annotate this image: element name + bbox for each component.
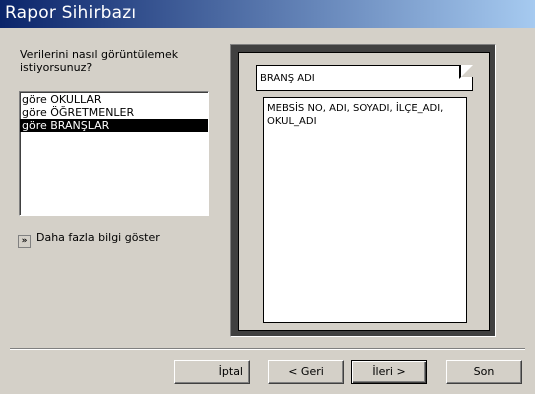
back-button[interactable]: < Geri [268, 360, 344, 384]
layout-preview: BRANŞ ADI MEBSİS NO, ADI, SOYADI, İLÇE_A… [230, 44, 496, 337]
view-options-list[interactable]: göre OKULLAR göre ÖĞRETMENLER göre BRANŞ… [19, 91, 209, 216]
more-info-link[interactable]: » Daha fazla bilgi göster [18, 231, 160, 248]
next-button[interactable]: İleri > [351, 360, 427, 384]
detail-fields-text: MEBSİS NO, ADI, SOYADI, İLÇE_ADI, OKUL_A… [267, 103, 444, 127]
preview-page: BRANŞ ADI MEBSİS NO, ADI, SOYADI, İLÇE_A… [238, 52, 490, 331]
list-item-okullar[interactable]: göre OKULLAR [20, 93, 208, 106]
list-item-ogretmenler[interactable]: göre ÖĞRETMENLER [20, 106, 208, 119]
separator-line [10, 348, 525, 350]
list-item-branslar[interactable]: göre BRANŞLAR [20, 119, 208, 132]
page-fold-corner [459, 65, 473, 79]
more-info-label[interactable]: Daha fazla bilgi göster [36, 231, 160, 244]
finish-button[interactable]: Son [446, 360, 522, 384]
detail-fields-box: MEBSİS NO, ADI, SOYADI, İLÇE_ADI, OKUL_A… [263, 97, 467, 323]
title-bar: Rapor Sihirbazı [0, 0, 535, 28]
group-header-box: BRANŞ ADI [256, 65, 473, 91]
cancel-button[interactable]: İptal [174, 360, 250, 384]
window-title: Rapor Sihirbazı [5, 3, 137, 23]
group-header-text: BRANŞ ADI [260, 73, 315, 84]
expand-arrows-icon[interactable]: » [18, 235, 31, 248]
prompt-label: Verilerini nasıl görüntülemek istiyorsun… [20, 48, 179, 74]
